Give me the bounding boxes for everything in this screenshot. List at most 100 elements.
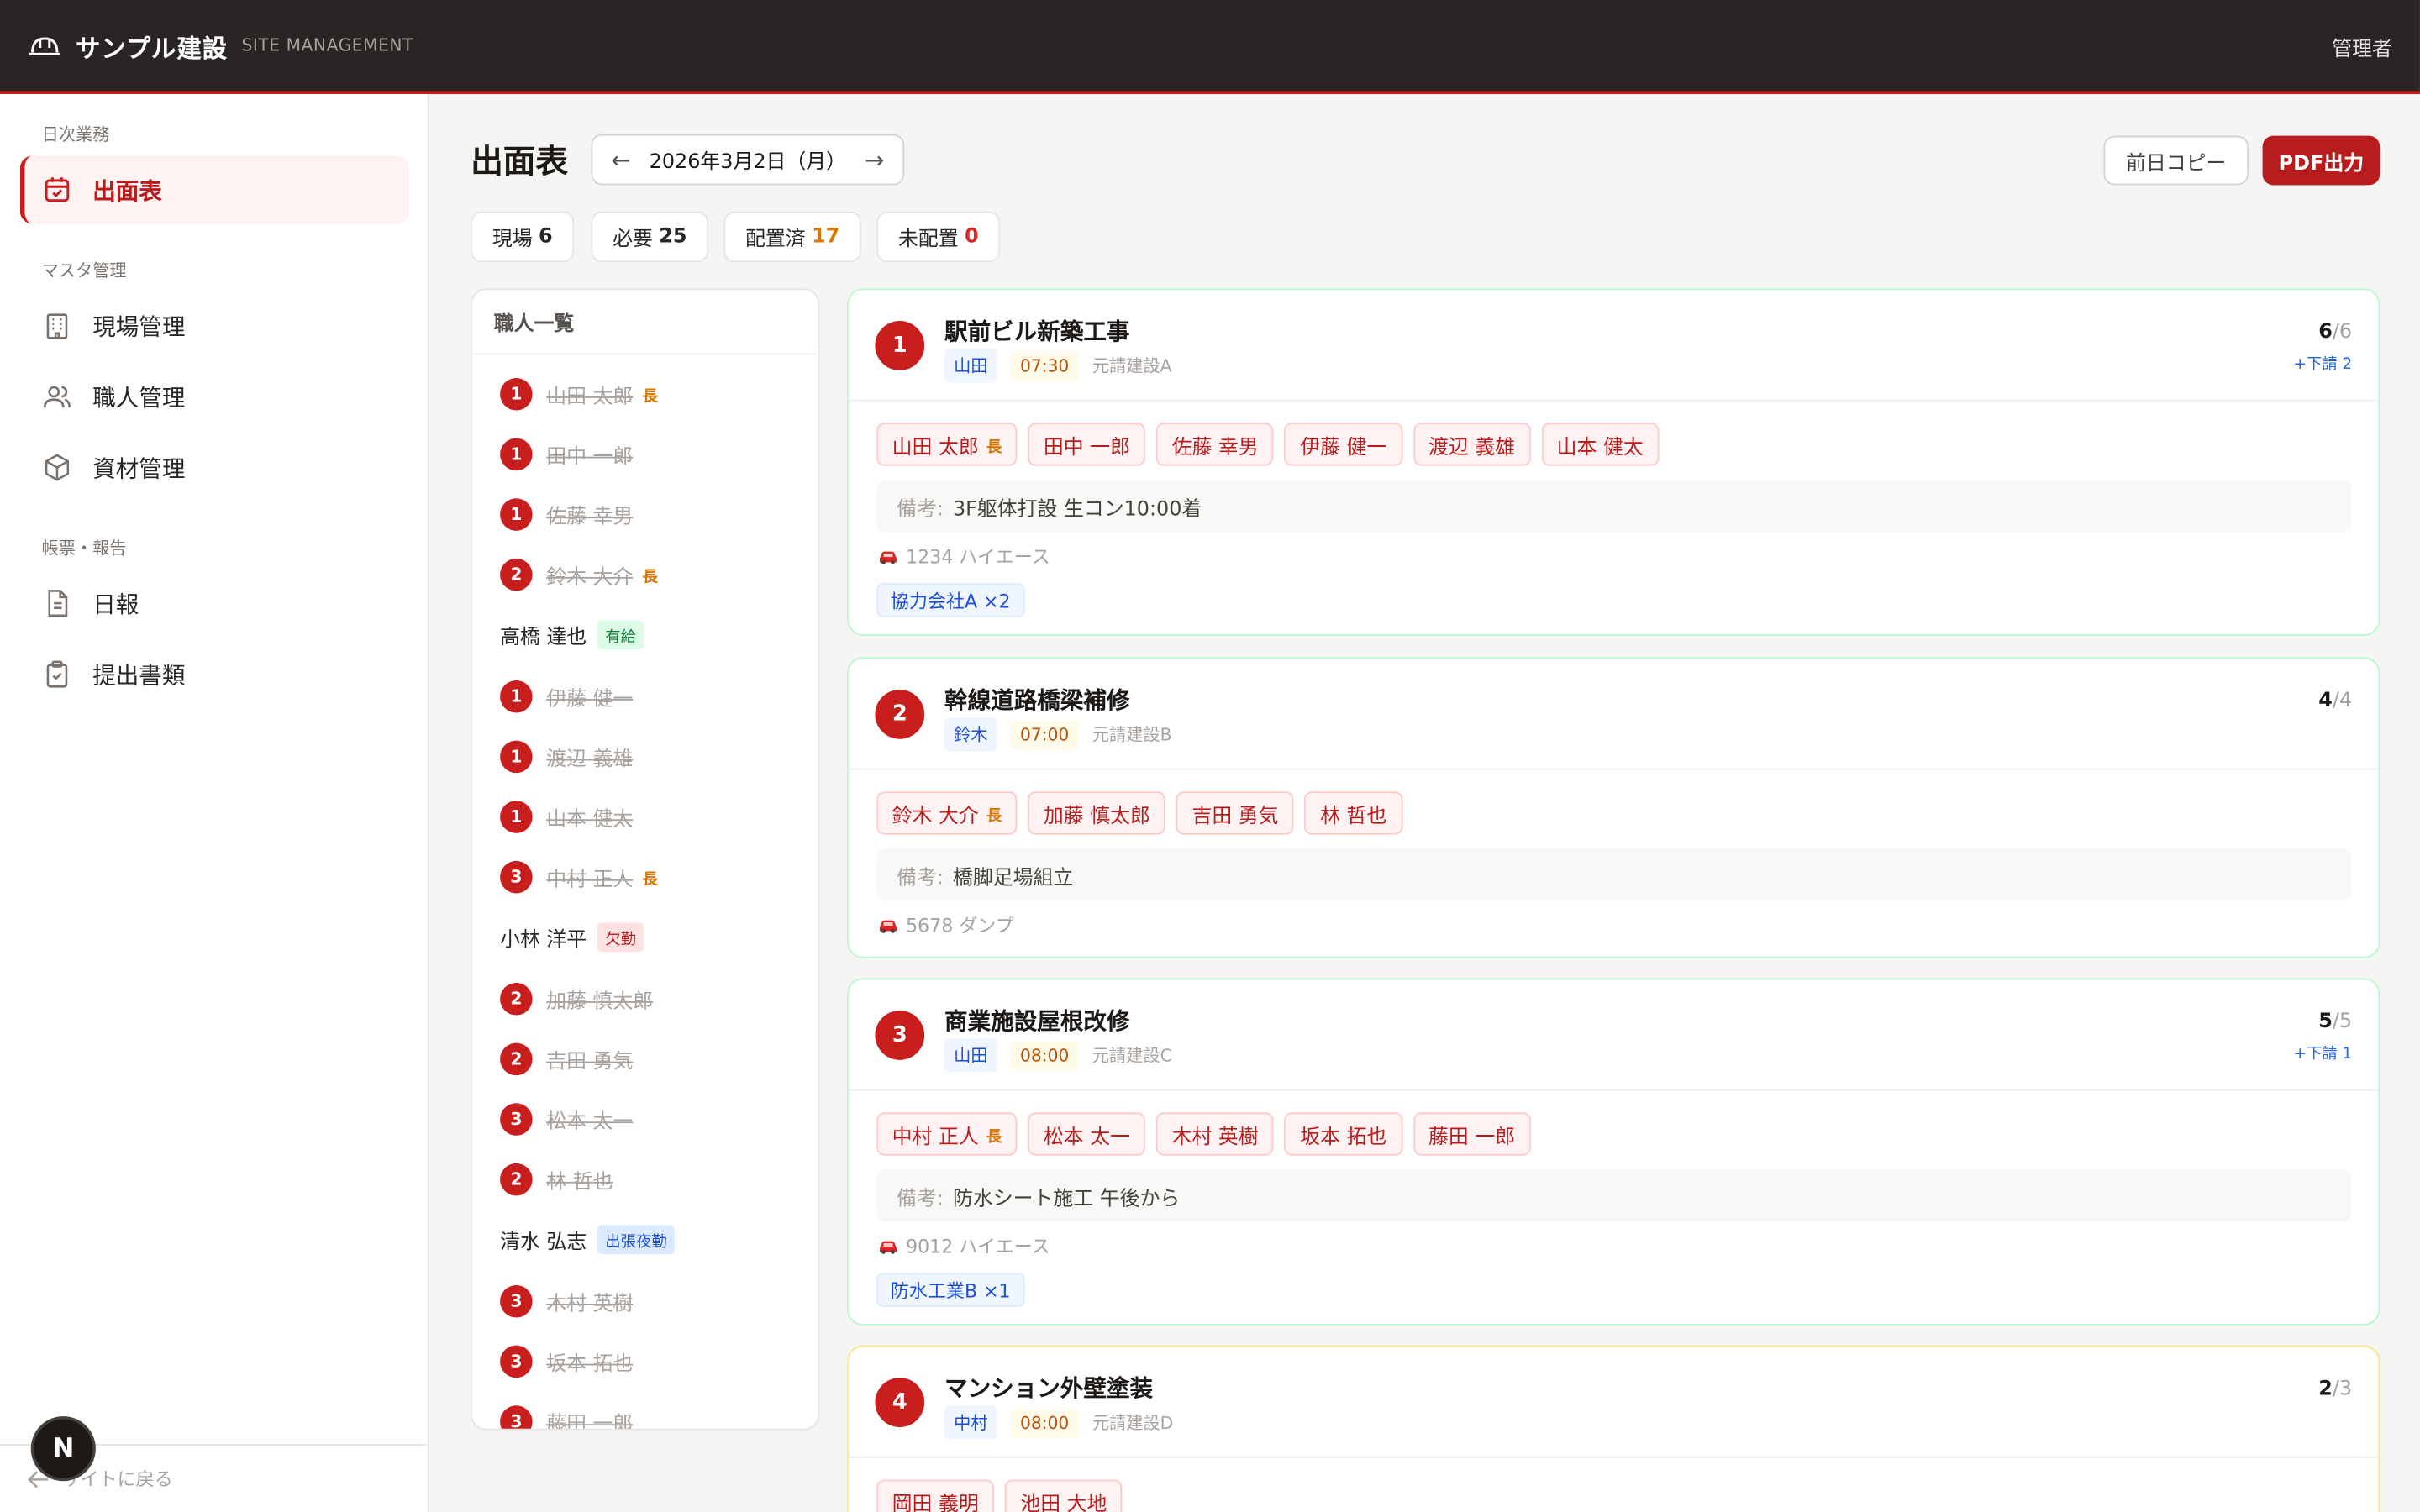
dev-tools-button[interactable]: N (30, 1416, 96, 1482)
site-name[interactable]: 商業施設屋根改修 (944, 1005, 1129, 1037)
worker-chip[interactable]: 松本 太一 (1028, 1112, 1146, 1156)
worker-list-item[interactable]: 1 山田 太郎長 (500, 376, 658, 410)
stat-value: 17 (812, 225, 840, 249)
sidebar-item-materials[interactable]: 資材管理 (20, 433, 409, 501)
copy-previous-day-button[interactable]: 前日コピー (2103, 135, 2249, 186)
general-contractor: 元請建設A (1092, 356, 1172, 377)
previous-day-button[interactable]: ← (611, 146, 630, 174)
site-note[interactable]: 備考: 防水シート施工 午後から (876, 1169, 2353, 1222)
worker-chip[interactable]: 岡田 義明 (876, 1479, 995, 1512)
worker-name: 林 哲也 (546, 1171, 613, 1194)
worker-list-item[interactable]: 2 鈴木 大介長 (500, 558, 658, 591)
stat-label: 配置済 (745, 228, 806, 252)
site-note[interactable]: 備考: 3F躯体打設 生コン10:00着 (876, 480, 2353, 533)
sidebar-item-sites[interactable]: 現場管理 (20, 291, 409, 360)
top-bar: サンプル建設 SITE MANAGEMENT 管理者 (0, 0, 2420, 95)
note-text: 3F躯体打設 生コン10:00着 (952, 497, 1202, 521)
worker-chip[interactable]: 吉田 勇気 (1176, 791, 1294, 835)
worker-list-item[interactable]: 2 林 哲也 (500, 1163, 613, 1196)
next-day-button[interactable]: → (865, 146, 884, 174)
worker-chip[interactable]: 中村 正人長 (876, 1112, 1018, 1156)
worker-list-item[interactable]: 2 加藤 慎太郎 (500, 981, 653, 1015)
subcontractor-count: +下請 1 (2293, 1046, 2353, 1063)
pdf-export-button[interactable]: PDF出力 (2262, 135, 2381, 186)
worker-chip[interactable]: 池田 大地 (1004, 1479, 1123, 1512)
site-lead: 鈴木 (944, 717, 997, 752)
worker-list-item[interactable]: 1 田中 一郎 (500, 437, 633, 470)
sidebar-section-label: 帳票・報告 (41, 538, 127, 559)
start-time: 07:30 (1011, 350, 1079, 381)
worker-name: 高橋 達也 (500, 627, 587, 650)
general-contractor: 元請建設D (1092, 1413, 1174, 1434)
worker-list-item[interactable]: 3 木村 英樹 (500, 1284, 633, 1317)
sidebar-item-documents[interactable]: 提出書類 (20, 640, 409, 708)
site-name[interactable]: 幹線道路橋梁補修 (944, 684, 1129, 717)
site-note[interactable]: 備考: 橋脚足場組立 (876, 848, 2353, 901)
sidebar-item-daily-report[interactable]: 日報 (20, 570, 409, 638)
site-card[interactable]: 1 駅前ビル新築工事 山田 07:30 元請建設A 6/6 +下請 2 山田 太郎長 田中 一郎… (847, 288, 2381, 636)
worker-chip[interactable]: 藤田 一郎 (1413, 1112, 1531, 1156)
assigned-workers: 岡田 義明 池田 大地 (876, 1479, 1133, 1512)
sidebar-item-workers[interactable]: 職人管理 (20, 363, 409, 431)
worker-list-panel: 職人一覧 1 山田 太郎長 1 田中 一郎 1 佐藤 幸男 2 鈴木 大介長高橋 達也 有給 1 伊… (471, 288, 820, 1431)
brand-name[interactable]: サンプル建設 (76, 27, 228, 64)
building-icon (42, 310, 73, 341)
site-number-badge: 2 (875, 690, 925, 739)
site-name[interactable]: 駅前ビル新築工事 (944, 315, 1129, 348)
worker-list-item[interactable]: 1 山本 健太 (500, 800, 633, 833)
site-card[interactable]: 4 マンション外壁塗装 中村 08:00 元請建設D 2/3 岡田 義明 池田 大地 (847, 1345, 2381, 1512)
car-icon (878, 917, 898, 932)
page-title: 出面表 (471, 143, 568, 181)
worker-list-item[interactable]: 1 佐藤 幸男 (500, 497, 633, 531)
worker-name: 中村 正人 (546, 869, 634, 892)
note-label: 備考: (897, 497, 944, 521)
worker-chip[interactable]: 木村 英樹 (1156, 1112, 1275, 1156)
worker-chip[interactable]: 田中 一郎 (1028, 423, 1146, 466)
worker-chip[interactable]: 加藤 慎太郎 (1028, 791, 1166, 835)
date-navigator: ← 2026年3月2日（月） → (591, 134, 905, 186)
worker-chip[interactable]: 伊藤 健一 (1284, 423, 1402, 466)
current-date[interactable]: 2026年3月2日（月） (650, 145, 846, 175)
worker-list-item[interactable]: 1 渡辺 義雄 (500, 739, 633, 773)
site-meta: 鈴木 07:00 元請建設B (944, 717, 1172, 752)
site-number-badge: 3 (500, 1345, 533, 1378)
worker-list-item[interactable]: 小林 洋平 欠勤 (500, 921, 644, 954)
vehicle-label: 9012 ハイエース (906, 1236, 1050, 1257)
worker-list-item[interactable]: 高橋 達也 有給 (500, 618, 644, 652)
sidebar-item-attendance[interactable]: 出面表 (19, 155, 409, 224)
site-meta: 中村 08:00 元請建設D (944, 1405, 1174, 1440)
worker-list-item[interactable]: 2 吉田 勇気 (500, 1042, 633, 1075)
worker-name: 渡辺 義雄 (1428, 435, 1516, 459)
foreman-badge: 長 (642, 387, 658, 406)
worker-chip[interactable]: 山本 健太 (1541, 423, 1660, 466)
worker-name: 佐藤 幸男 (1171, 435, 1259, 459)
users-icon (42, 381, 73, 412)
worker-list-item[interactable]: 3 中村 正人長 (500, 860, 658, 894)
partner-company-badge[interactable]: 協力会社A ×2 (876, 583, 1025, 617)
site-name[interactable]: マンション外壁塗装 (944, 1372, 1153, 1404)
site-number-badge: 1 (500, 498, 533, 531)
partner-company-badge[interactable]: 防水工業B ×1 (876, 1273, 1025, 1307)
worker-name: 藤田 一郎 (1428, 1125, 1516, 1149)
worker-list-item[interactable]: 3 坂本 拓也 (500, 1344, 633, 1378)
worker-list-item[interactable]: 1 伊藤 健一 (500, 679, 633, 712)
user-menu[interactable]: 管理者 (2332, 33, 2392, 62)
stat-assigned: 配置済 17 (723, 211, 862, 263)
worker-list-item[interactable]: 3 松本 太一 (500, 1102, 633, 1136)
worker-chip[interactable]: 坂本 拓也 (1284, 1112, 1402, 1156)
worker-name: 鈴木 大介 (892, 804, 979, 828)
site-card[interactable]: 2 幹線道路橋梁補修 鈴木 07:00 元請建設B 4/4 鈴木 大介長 加藤 慎太郎 吉田 勇… (847, 657, 2381, 958)
general-contractor: 元請建設C (1092, 1046, 1172, 1067)
worker-name: 小林 洋平 (500, 929, 587, 953)
worker-list-item[interactable]: 3 藤田 一郎 (500, 1404, 633, 1429)
worker-chip[interactable]: 鈴木 大介長 (876, 791, 1018, 835)
worker-chip[interactable]: 林 哲也 (1304, 791, 1402, 835)
site-card[interactable]: 3 商業施設屋根改修 山田 08:00 元請建設C 5/5 +下請 1 中村 正人長 松本 太一… (847, 978, 2381, 1326)
sidebar: 日次業務 出面表 マスタ管理 現場管理 職人管理 資材管理 帳票・報告 日報 提… (0, 94, 429, 1512)
worker-list-item[interactable]: 清水 弘志 出張夜勤 (500, 1223, 675, 1257)
staff-count: 6/6 (2318, 321, 2352, 344)
worker-chip[interactable]: 山田 太郎長 (876, 423, 1018, 466)
sidebar-item-label: 職人管理 (92, 383, 186, 412)
worker-chip[interactable]: 佐藤 幸男 (1156, 423, 1275, 466)
worker-chip[interactable]: 渡辺 義雄 (1413, 423, 1531, 466)
